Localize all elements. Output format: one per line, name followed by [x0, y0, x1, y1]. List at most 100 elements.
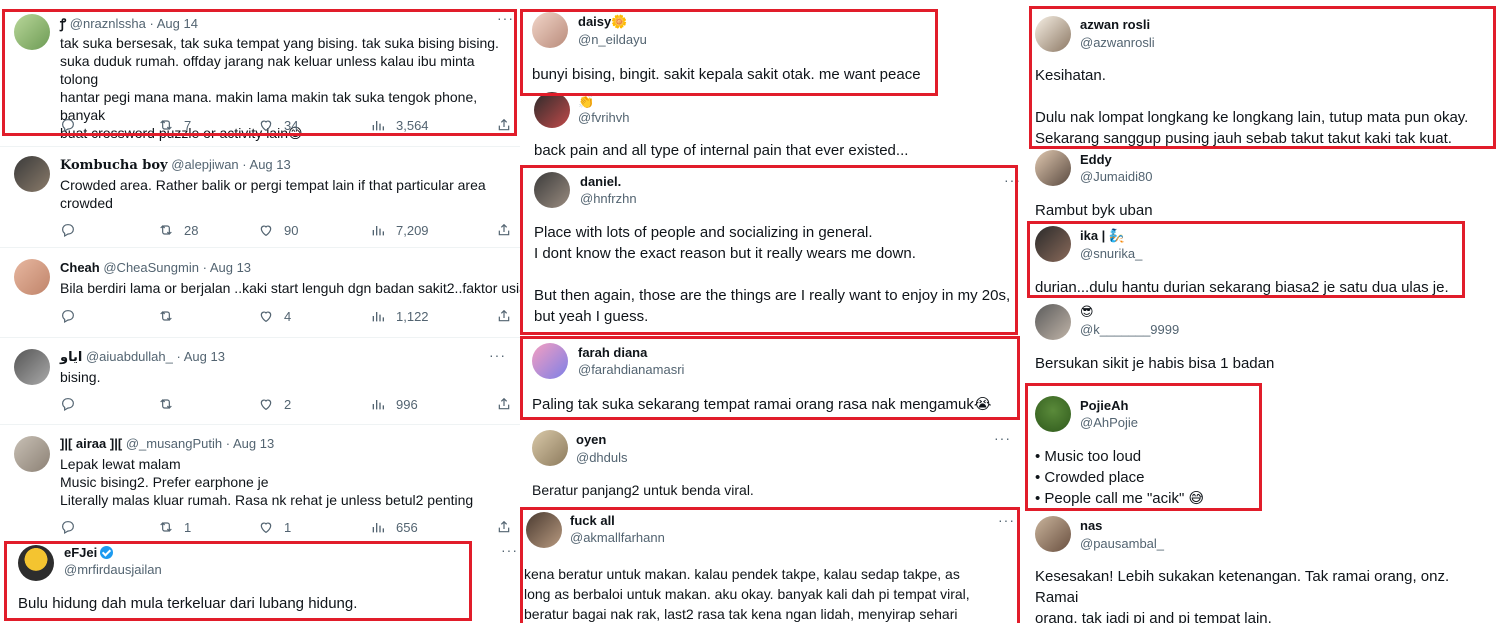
tweet-date[interactable]: Aug 13 [184, 349, 225, 364]
reply-button[interactable] [60, 396, 86, 412]
avatar[interactable] [534, 172, 570, 208]
share-button[interactable] [496, 117, 512, 133]
user-handle[interactable]: @k_______9999 [1080, 322, 1179, 337]
display-name[interactable]: eFJei [64, 545, 97, 560]
user-handle[interactable]: @fvrihvh [578, 110, 630, 125]
display-name[interactable]: 👏 [578, 94, 594, 109]
user-handle[interactable]: @azwanrosli [1080, 35, 1155, 50]
user-handle[interactable]: @snurika_ [1080, 246, 1142, 261]
user-handle[interactable]: @akmallfarhann [570, 530, 665, 545]
like-button[interactable]: 90 [258, 222, 298, 238]
display-name[interactable]: 😎 [1080, 304, 1094, 319]
tweet-card[interactable]: azwan rosli @azwanrosli Kesihatan. Dulu … [1025, 8, 1500, 148]
display-name[interactable]: farah diana [578, 345, 647, 360]
avatar[interactable] [14, 156, 50, 192]
user-handle[interactable]: @AhPojie [1080, 415, 1138, 430]
avatar[interactable] [1035, 16, 1071, 52]
display-name[interactable]: nas [1080, 518, 1102, 533]
avatar[interactable] [14, 259, 50, 295]
more-options-icon[interactable]: ··· [489, 347, 506, 363]
reply-button[interactable] [60, 222, 86, 238]
more-options-icon[interactable]: ··· [497, 10, 514, 26]
like-button[interactable]: 4 [258, 308, 291, 324]
avatar[interactable] [14, 14, 50, 50]
display-name[interactable]: daniel. [580, 174, 621, 189]
tweet-card[interactable]: daisy🌼 @n_eildayu bunyi bising, bingit. … [520, 8, 1025, 90]
display-name[interactable]: azwan rosli [1080, 17, 1150, 32]
user-handle[interactable]: @Jumaidi80 [1080, 169, 1152, 184]
tweet-card[interactable]: Eddy @Jumaidi80 Rambut byk uban [1025, 148, 1500, 220]
tweet-card[interactable]: farah diana @farahdianamasri Paling tak … [520, 340, 1025, 420]
tweet-card[interactable]: nas @pausambal_ Kesesakan! Lebih sukakan… [1025, 512, 1500, 623]
user-handle[interactable]: @farahdianamasri [578, 362, 684, 377]
reply-button[interactable] [60, 117, 86, 133]
display-name[interactable]: Kombucha boy [60, 158, 168, 173]
display-name[interactable]: daisy🌼 [578, 14, 627, 29]
user-handle[interactable]: @n_eildayu [578, 32, 647, 47]
tweet-card[interactable]: اياو @aiuabdullah_ · Aug 13 ··· bising. … [0, 337, 520, 421]
tweet-card[interactable]: ꝭ @nraznlssha · Aug 14 ··· tak suka bers… [0, 0, 520, 141]
reply-button[interactable] [60, 519, 86, 535]
display-name[interactable]: ]|[ airaa ]|[ [60, 436, 122, 451]
avatar[interactable] [14, 349, 50, 385]
views-button[interactable]: 1,122 [370, 308, 429, 324]
tweet-card[interactable]: daniel. @hnfrzhn ··· Place with lots of … [520, 166, 1025, 336]
user-handle[interactable]: @mrfirdausjailan [64, 562, 162, 577]
tweet-card[interactable]: ]|[ airaa ]|[ @_musangPutih · Aug 13 Lep… [0, 424, 520, 538]
display-name[interactable]: Cheah [60, 260, 100, 275]
retweet-button[interactable] [158, 308, 184, 324]
tweet-card[interactable]: fuck all @akmallfarhann ··· kena beratur… [520, 508, 1025, 623]
display-name[interactable]: oyen [576, 432, 606, 447]
share-button[interactable] [496, 308, 512, 324]
avatar[interactable] [14, 436, 50, 472]
avatar[interactable] [1035, 150, 1071, 186]
more-options-icon[interactable]: ··· [1004, 172, 1021, 188]
user-handle[interactable]: @_musangPutih [126, 436, 222, 451]
display-name[interactable]: fuck all [570, 513, 615, 528]
avatar[interactable] [526, 512, 562, 548]
tweet-card[interactable]: Cheah @CheaSungmin · Aug 13 Bila berdiri… [0, 247, 520, 335]
user-handle[interactable]: @aiuabdullah_ [86, 349, 173, 364]
tweet-date[interactable]: Aug 13 [210, 260, 251, 275]
avatar[interactable] [1035, 396, 1071, 432]
display-name[interactable]: اياو [60, 349, 82, 364]
avatar[interactable] [532, 430, 568, 466]
user-handle[interactable]: @alepjiwan [171, 157, 238, 172]
user-handle[interactable]: @nraznlssha [70, 16, 146, 31]
share-button[interactable] [496, 519, 512, 535]
tweet-card[interactable]: Kombucha boy @alepjiwan · Aug 13 Crowded… [0, 146, 520, 246]
avatar[interactable] [1035, 516, 1071, 552]
share-button[interactable] [496, 396, 512, 412]
tweet-card[interactable]: eFJei @mrfirdausjailan ··· Bulu hidung d… [0, 540, 520, 623]
display-name[interactable]: PojieAh [1080, 398, 1128, 413]
user-handle[interactable]: @hnfrzhn [580, 191, 637, 206]
views-button[interactable]: 7,209 [370, 222, 429, 238]
avatar[interactable] [1035, 304, 1071, 340]
more-options-icon[interactable]: ··· [998, 512, 1015, 528]
avatar[interactable] [534, 92, 570, 128]
tweet-card[interactable]: oyen @dhduls ··· Beratur panjang2 untuk … [520, 426, 1025, 506]
tweet-date[interactable]: Aug 14 [157, 16, 198, 31]
tweet-card[interactable]: 😎 @k_______9999 Bersukan sikit je habis … [1025, 302, 1500, 380]
display-name[interactable]: ika | 🧞 [1080, 228, 1125, 243]
like-button[interactable]: 1 [258, 519, 291, 535]
display-name[interactable]: ꝭ [60, 16, 66, 31]
avatar[interactable] [1035, 226, 1071, 262]
tweet-card[interactable]: 👏 @fvrihvh back pain and all type of int… [520, 90, 1025, 164]
user-handle[interactable]: @CheaSungmin [103, 260, 199, 275]
more-options-icon[interactable]: ··· [994, 430, 1011, 446]
user-handle[interactable]: @dhduls [576, 450, 628, 465]
tweet-date[interactable]: Aug 13 [250, 157, 291, 172]
avatar[interactable] [532, 343, 568, 379]
tweet-date[interactable]: Aug 13 [233, 436, 274, 451]
reply-button[interactable] [60, 308, 86, 324]
share-button[interactable] [496, 222, 512, 238]
display-name[interactable]: Eddy [1080, 152, 1112, 167]
retweet-button[interactable]: 1 [158, 519, 191, 535]
like-button[interactable]: 34 [258, 117, 298, 133]
retweet-button[interactable]: 7 [158, 117, 191, 133]
views-button[interactable]: 3,564 [370, 117, 429, 133]
avatar[interactable] [532, 12, 568, 48]
views-button[interactable]: 656 [370, 519, 418, 535]
avatar[interactable] [18, 545, 54, 581]
